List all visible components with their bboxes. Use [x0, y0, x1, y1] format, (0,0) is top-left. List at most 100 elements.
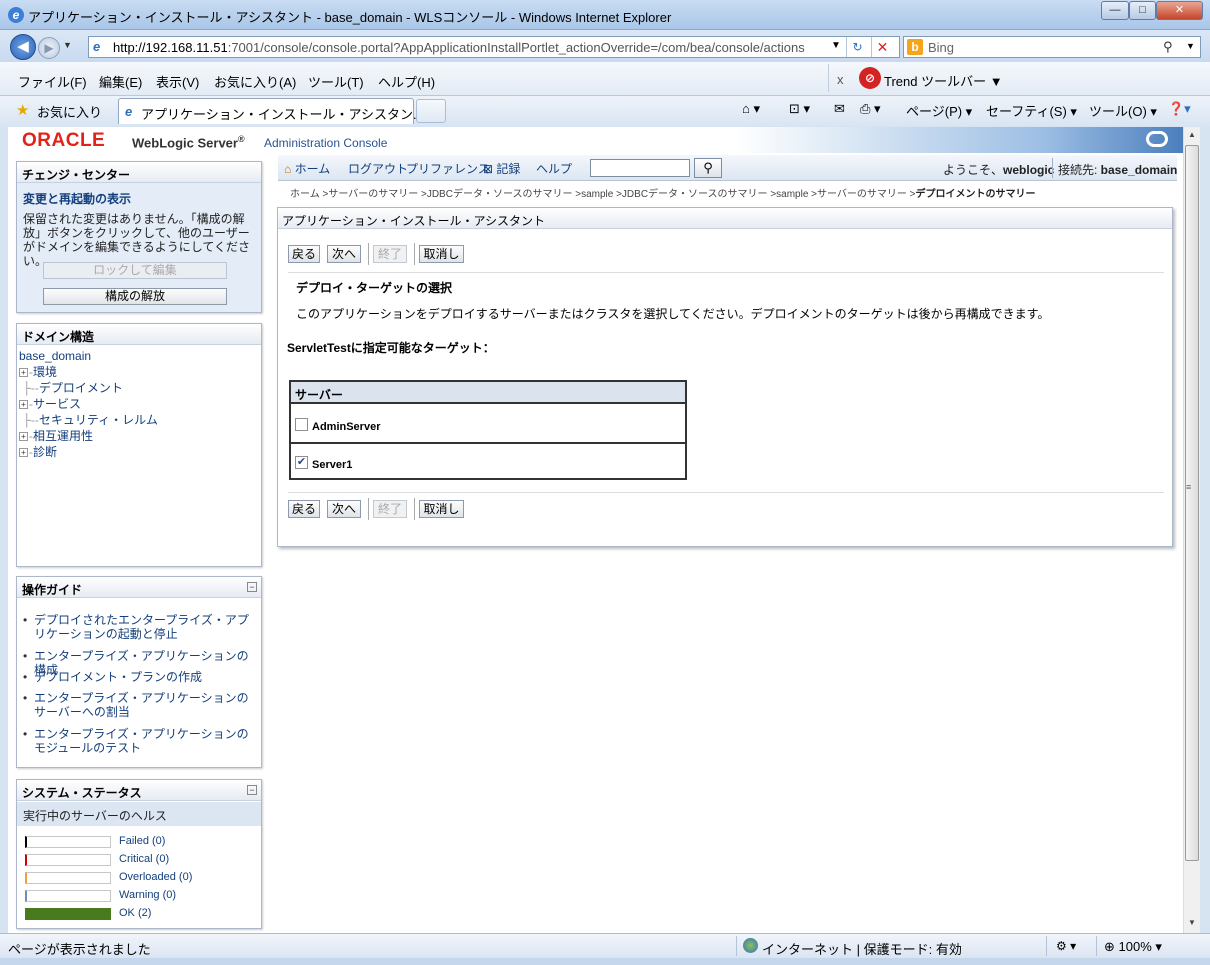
release-configuration-button[interactable]: 構成の解放 — [43, 288, 227, 305]
vertical-scrollbar[interactable]: ▲ ≡ ▼ — [1183, 127, 1200, 933]
bing-icon: b — [907, 39, 923, 55]
favorites-star-icon[interactable]: ★ — [16, 101, 29, 119]
address-dropdown-icon[interactable]: ▼ — [831, 40, 841, 51]
safety-menu[interactable]: セーフティ(S) ▾ — [986, 101, 1077, 120]
health-bar — [25, 908, 111, 920]
lock-and-edit-button[interactable]: ロックして編集 — [43, 262, 227, 279]
health-label[interactable]: OK (2) — [119, 907, 151, 919]
back-button[interactable]: 戻る — [288, 245, 320, 263]
record-link[interactable]: ⊠ 記録 — [483, 160, 520, 177]
maximize-button[interactable]: □ — [1129, 1, 1156, 20]
search-placeholder: Bing — [928, 40, 955, 55]
guide-link[interactable]: エンタープライズ・アプリケーションのサーバーへの割当 — [23, 691, 259, 719]
search-dropdown-icon[interactable]: ▼ — [1186, 41, 1195, 51]
next-button[interactable]: 次へ — [327, 500, 361, 518]
trend-logo-icon: ⊘ — [859, 67, 881, 89]
assistant-title: アプリケーション・インストール・アシスタント — [278, 208, 1172, 229]
stop-icon[interactable]: ✕ — [871, 37, 893, 57]
favorites-button[interactable]: お気に入り — [37, 102, 102, 121]
console-search-input[interactable] — [590, 159, 690, 177]
table-row: AdminServer — [291, 406, 685, 444]
oracle-o-icon — [1146, 131, 1168, 147]
tree-item-services[interactable]: + -サービス — [19, 395, 81, 412]
trend-toolbar-menu[interactable]: Trend ツールバー ▼ — [884, 71, 1003, 90]
console-search-button[interactable]: ⚲ — [694, 158, 722, 178]
breadcrumb[interactable]: ホーム >サーバーのサマリー >JDBCデータ・ソースのサマリー >sample… — [290, 185, 1036, 200]
history-dropdown-icon[interactable]: ▼ — [63, 40, 72, 50]
finish-button[interactable]: 終了 — [373, 500, 407, 518]
expand-icon[interactable]: + — [19, 448, 28, 457]
print-icon[interactable]: ⎙ ▾ — [860, 101, 881, 117]
health-label[interactable]: Critical (0) — [119, 853, 169, 865]
health-bar — [25, 890, 111, 902]
minimize-panel-icon[interactable]: − — [247, 582, 257, 592]
logout-link[interactable]: ログアウト — [348, 160, 408, 177]
security-zone[interactable]: インターネット | 保護モード: 有効 — [762, 939, 962, 958]
tree-item-security-realms[interactable]: ├--セキュリティ・レルム — [19, 411, 158, 428]
tree-root-link[interactable]: base_domain — [19, 349, 91, 363]
refresh-icon[interactable]: ↻ — [846, 37, 868, 57]
health-label[interactable]: Failed (0) — [119, 835, 165, 847]
close-toolbar-icon[interactable]: x — [837, 72, 844, 87]
server1-checkbox[interactable]: ✔ — [295, 456, 308, 469]
expand-icon[interactable]: + — [19, 368, 28, 377]
home-icon[interactable]: ⌂ ▾ — [742, 101, 760, 117]
back-arrow-icon[interactable]: ◀ — [10, 34, 36, 60]
guide-link[interactable]: デプロイメント・プランの作成 — [23, 670, 259, 684]
divider — [414, 243, 415, 265]
scroll-up-icon[interactable]: ▲ — [1184, 127, 1200, 143]
forward-arrow-icon[interactable]: ▶ — [38, 37, 60, 59]
mail-icon[interactable]: ✉ — [834, 101, 845, 117]
zoom-level[interactable]: ⊕ 100% ▾ — [1104, 939, 1162, 955]
tree-item-deployments[interactable]: ├--デプロイメント — [19, 379, 123, 396]
menu-help[interactable]: ヘルプ(H) — [378, 72, 435, 91]
product-name: WebLogic Server® — [132, 134, 245, 151]
minimize-button[interactable]: — — [1101, 1, 1129, 20]
expand-icon[interactable]: + — [19, 400, 28, 409]
new-tab-button[interactable] — [416, 99, 446, 123]
status-text: ページが表示されました — [8, 942, 151, 957]
tree-item-interoperability[interactable]: + -相互運用性 — [19, 427, 93, 444]
url-text[interactable]: http://192.168.11.51:7001/console/consol… — [113, 40, 823, 55]
menu-edit[interactable]: 編集(E) — [99, 72, 142, 91]
feeds-icon[interactable]: ⊡ ▾ — [789, 101, 810, 117]
cancel-button[interactable]: 取消し — [419, 245, 464, 263]
address-bar[interactable]: e http://192.168.11.51:7001/console/cons… — [88, 36, 900, 58]
scroll-down-icon[interactable]: ▼ — [1184, 915, 1200, 931]
cancel-button[interactable]: 取消し — [419, 500, 464, 518]
adminserver-checkbox[interactable] — [295, 418, 308, 431]
menu-tools[interactable]: ツール(T) — [308, 72, 364, 91]
close-button[interactable]: ✕ — [1156, 1, 1203, 20]
menu-view[interactable]: 表示(V) — [156, 72, 199, 91]
back-button[interactable]: 戻る — [288, 500, 320, 518]
guide-link[interactable]: デプロイされたエンタープライズ・アプリケーションの起動と停止 — [23, 613, 259, 641]
health-label[interactable]: Overloaded (0) — [119, 871, 192, 883]
help-icon[interactable]: ❓▾ — [1168, 101, 1191, 117]
page-menu[interactable]: ページ(P) ▾ — [906, 101, 972, 120]
guide-link[interactable]: エンタープライズ・アプリケーションのモジュールのテスト — [23, 727, 259, 755]
tree-item-diagnostics[interactable]: + -診断 — [19, 443, 57, 460]
help-link[interactable]: ヘルプ — [536, 160, 572, 177]
section-title: デプロイ・ターゲットの選択 — [296, 281, 453, 295]
tools-menu[interactable]: ツール(O) ▾ — [1089, 101, 1157, 120]
health-label[interactable]: Warning (0) — [119, 889, 176, 901]
search-input[interactable]: b Bing ⚲ ▼ — [903, 36, 1201, 58]
tree-item-environment[interactable]: + -環境 — [19, 363, 57, 380]
search-icon[interactable]: ⚲ — [1163, 39, 1173, 55]
minimize-panel-icon[interactable]: − — [247, 785, 257, 795]
popup-blocker-icon[interactable]: ⚙ ▾ — [1056, 939, 1076, 953]
window-title: アプリケーション・インストール・アシスタント - base_domain - W… — [28, 10, 672, 25]
expand-icon[interactable]: + — [19, 432, 28, 441]
browser-tab[interactable]: e アプリケーション・インストール・アシスタン... — [118, 98, 424, 124]
section-description: このアプリケーションをデプロイするサーバーまたはクラスタを選択してください。デプ… — [296, 307, 1050, 321]
menu-file[interactable]: ファイル(F) — [18, 72, 87, 91]
home-icon: ⌂ — [284, 162, 292, 176]
view-changes-link[interactable]: 変更と再起動の表示 — [23, 190, 131, 207]
scrollbar-thumb[interactable] — [1185, 145, 1199, 861]
menu-favorites[interactable]: お気に入り(A) — [214, 72, 296, 91]
preferences-link[interactable]: プリファレンス — [406, 160, 490, 177]
next-button[interactable]: 次へ — [327, 245, 361, 263]
divider — [1096, 936, 1097, 956]
home-link[interactable]: ⌂ ホーム — [284, 160, 330, 177]
finish-button[interactable]: 終了 — [373, 245, 407, 263]
